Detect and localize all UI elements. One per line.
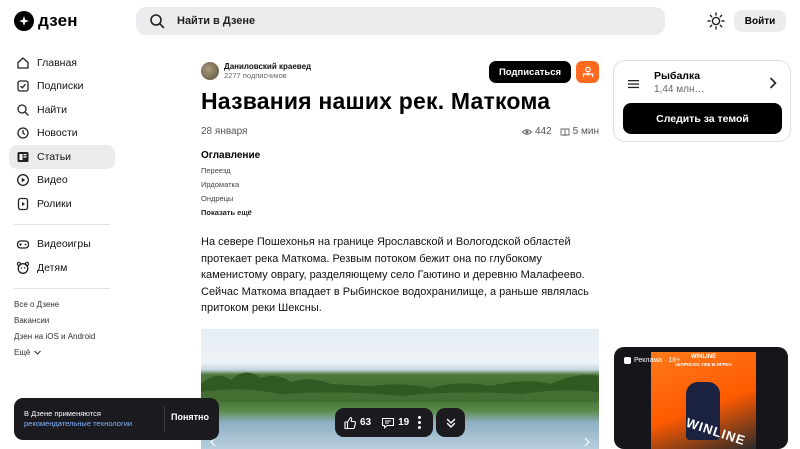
sidebar-item-video[interactable]: Видео	[9, 169, 115, 193]
article-body: На севере Пошехонья на границе Ярославск…	[201, 236, 589, 314]
ad-label: Реклама · 18+	[624, 357, 680, 364]
video-icon	[17, 174, 29, 187]
subscriptions-icon	[17, 80, 29, 92]
toc-show-more[interactable]: Показать ещё	[201, 208, 252, 217]
more-link[interactable]: Ещё	[14, 345, 115, 361]
toc-item[interactable]: Ирдоматка	[201, 180, 239, 189]
header: дзен Найти в Дзене Войти	[0, 0, 800, 42]
more-link-label: Ещё	[14, 348, 31, 357]
sidebar-item-label: Главная	[37, 56, 77, 69]
about-link[interactable]: Все о Дзене	[14, 297, 115, 313]
next-article-button[interactable]	[436, 408, 465, 437]
notice-message: В Дзене применяются	[24, 409, 101, 418]
gamepad-icon	[16, 240, 30, 249]
topic-name[interactable]: Рыбалка	[654, 70, 700, 82]
sidebar-item-label: Видеоигры	[37, 238, 91, 251]
sidebar-item-news[interactable]: Новости	[9, 122, 115, 146]
chevron-down-icon	[34, 350, 42, 355]
notice-text: В Дзене применяются рекомендательные тех…	[24, 409, 132, 429]
menu-icon	[628, 80, 639, 89]
eye-icon	[521, 128, 532, 135]
read-time: 5 мин	[572, 126, 599, 137]
sidebar-item-label: Новости	[37, 127, 78, 140]
logo[interactable]: дзен	[14, 11, 78, 31]
sidebar-item-label: Ролики	[37, 197, 72, 210]
author-block[interactable]: Даниловский краевед 2277 подписчиков	[201, 62, 311, 80]
sidebar-divider	[14, 223, 110, 225]
kids-icon	[16, 261, 30, 274]
ad-image: WINLINE «БОРИСКО УЖЕ В ИГРЕ!» WINLINE	[651, 352, 756, 449]
reaction-bar: 63 19	[335, 408, 433, 437]
follow-topic-button[interactable]: Следить за темой	[623, 103, 782, 134]
treeline-illustration	[201, 372, 599, 402]
search-input[interactable]: Найти в Дзене	[136, 7, 665, 35]
search-icon	[150, 14, 165, 29]
likes-count: 63	[360, 417, 372, 428]
sidebar-item-label: Подписки	[37, 80, 84, 93]
publish-date: 28 января	[201, 126, 248, 137]
sidebar-item-subscriptions[interactable]: Подписки	[9, 75, 115, 99]
donate-icon	[582, 66, 593, 77]
sidebar-item-label: Видео	[37, 174, 68, 187]
like-button[interactable]: 63	[343, 416, 371, 430]
chevron-right-icon[interactable]	[767, 76, 779, 90]
understood-button[interactable]: Понятно	[171, 412, 209, 422]
sidebar: Главная Подписки Найти Новости Статьи Ви…	[9, 51, 115, 361]
logo-text: дзен	[38, 11, 78, 30]
sidebar-item-label: Детям	[37, 261, 68, 274]
author-subscribers: 2277 подписчиков	[224, 71, 287, 80]
sidebar-item-label: Статьи	[37, 150, 72, 163]
sidebar-divider	[14, 287, 110, 289]
author-name[interactable]: Даниловский краевед	[224, 62, 311, 71]
thumbs-up-icon	[344, 416, 357, 429]
more-options-icon[interactable]	[418, 416, 422, 429]
sidebar-item-articles[interactable]: Статьи	[9, 145, 115, 169]
sidebar-footer-links: Все о Дзене Вакансии Дзен на iOS и Andro…	[9, 297, 115, 361]
topic-count: 1,44 млн…	[654, 84, 705, 95]
articles-icon	[17, 151, 29, 162]
article-meta: 442 5 мин	[521, 126, 599, 137]
book-icon	[560, 128, 570, 136]
comment-icon	[382, 417, 395, 429]
views-count: 442	[534, 126, 552, 137]
donate-button[interactable]	[576, 61, 599, 83]
sidebar-item-videogames[interactable]: Видеоигры	[9, 233, 115, 257]
subscribe-button[interactable]: Подписаться	[489, 61, 571, 83]
search-icon	[17, 104, 29, 116]
comments-button[interactable]: 19	[381, 416, 409, 430]
recommendation-notice: В Дзене применяются рекомендательные тех…	[14, 398, 219, 440]
theme-toggle-icon[interactable]	[707, 12, 725, 30]
sidebar-item-home[interactable]: Главная	[9, 51, 115, 75]
sidebar-item-search[interactable]: Найти	[9, 98, 115, 122]
sidebar-item-shorts[interactable]: Ролики	[9, 192, 115, 216]
double-chevron-down-icon	[446, 418, 455, 428]
shorts-icon	[17, 197, 29, 210]
topic-card: Рыбалка 1,44 млн… Следить за темой	[613, 60, 791, 142]
comments-count: 19	[398, 417, 410, 428]
ad-info-icon	[624, 357, 631, 364]
notice-divider	[164, 406, 165, 432]
search-placeholder: Найти в Дзене	[177, 15, 256, 27]
login-button[interactable]: Войти	[734, 10, 786, 32]
toc-item[interactable]: Ондрецы	[201, 194, 233, 203]
home-icon	[17, 57, 29, 69]
ad-banner[interactable]: WINLINE «БОРИСКО УЖЕ В ИГРЕ!» WINLINE Ре…	[614, 347, 788, 449]
toc-title: Оглавление	[201, 150, 261, 161]
ad-label-text: Реклама · 18+	[634, 357, 681, 364]
toc-item[interactable]: Переезд	[201, 166, 231, 175]
vacancies-link[interactable]: Вакансии	[14, 313, 115, 329]
sidebar-item-label: Найти	[37, 103, 67, 116]
page-title: Названия наших рек. Маткома	[201, 88, 551, 114]
avatar[interactable]	[201, 62, 219, 80]
apps-link[interactable]: Дзен на iOS и Android	[14, 329, 115, 345]
news-icon	[17, 127, 29, 139]
recommendation-tech-link[interactable]: рекомендательные технологии	[24, 419, 132, 428]
sidebar-item-kids[interactable]: Детям	[9, 256, 115, 280]
author-info: Даниловский краевед 2277 подписчиков	[224, 62, 311, 80]
dzen-logo-icon	[14, 11, 34, 31]
